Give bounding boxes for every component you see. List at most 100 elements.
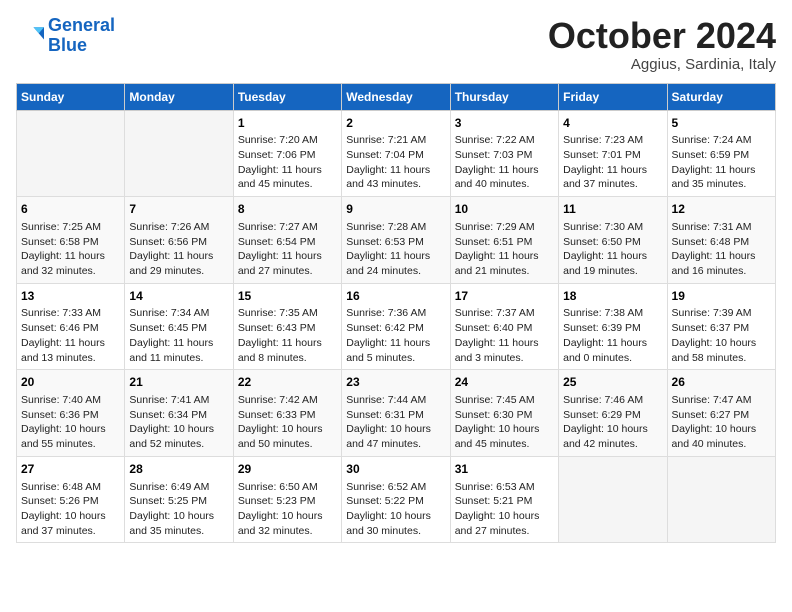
calendar-week-row: 6Sunrise: 7:25 AMSunset: 6:58 PMDaylight… (17, 197, 776, 284)
calendar-cell: 21Sunrise: 7:41 AMSunset: 6:34 PMDayligh… (125, 370, 233, 457)
day-info: Sunrise: 7:22 AMSunset: 7:03 PMDaylight:… (455, 133, 554, 192)
day-number: 14 (129, 288, 228, 305)
calendar-cell: 11Sunrise: 7:30 AMSunset: 6:50 PMDayligh… (559, 197, 667, 284)
logo: General Blue (16, 16, 115, 56)
calendar-cell: 17Sunrise: 7:37 AMSunset: 6:40 PMDayligh… (450, 283, 558, 370)
calendar-week-row: 27 Sunrise: 6:48 AMSunset: 5:26 PMDayligh… (17, 456, 776, 543)
calendar-cell (559, 456, 667, 543)
day-info: Sunrise: 7:45 AMSunset: 6:30 PMDaylight:… (455, 393, 554, 452)
day-info: Sunrise: 7:25 AMSunset: 6:58 PMDaylight:… (21, 220, 120, 279)
day-info: Sunrise: 7:41 AMSunset: 6:34 PMDaylight:… (129, 393, 228, 452)
weekday-header: Thursday (450, 83, 558, 110)
calendar-cell: 8 Sunrise: 7:27 AMSunset: 6:54 PMDaylight… (233, 197, 341, 284)
day-number: 28 (129, 461, 228, 478)
calendar-cell: 9Sunrise: 7:28 AMSunset: 6:53 PMDaylight… (342, 197, 450, 284)
day-info: Sunrise: 7:38 AMSunset: 6:39 PMDaylight:… (563, 306, 662, 365)
logo-text: General Blue (48, 16, 115, 56)
weekday-header: Monday (125, 83, 233, 110)
day-number: 25 (563, 374, 662, 391)
calendar-cell: 31Sunrise: 6:53 AMSunset: 5:21 PMDayligh… (450, 456, 558, 543)
calendar-cell: 19Sunrise: 7:39 AMSunset: 6:37 PMDayligh… (667, 283, 775, 370)
day-info: Sunrise: 7:24 AMSunset: 6:59 PMDaylight:… (672, 133, 771, 192)
day-number: 2 (346, 115, 445, 132)
day-info: Sunrise: 7:27 AMSunset: 6:54 PMDaylight:… (238, 220, 337, 279)
calendar-week-row: 20 Sunrise: 7:40 AMSunset: 6:36 PMDayligh… (17, 370, 776, 457)
day-number: 30 (346, 461, 445, 478)
day-info: Sunrise: 7:40 AMSunset: 6:36 PMDaylight:… (21, 393, 120, 452)
day-info: Sunrise: 7:37 AMSunset: 6:40 PMDaylight:… (455, 306, 554, 365)
day-number: 19 (672, 288, 771, 305)
day-info: Sunrise: 7:26 AMSunset: 6:56 PMDaylight:… (129, 220, 228, 279)
day-info: Sunrise: 7:47 AMSunset: 6:27 PMDaylight:… (672, 393, 771, 452)
day-number: 5 (672, 115, 771, 132)
day-number: 29 (238, 461, 337, 478)
logo-blue: Blue (48, 36, 115, 56)
weekday-header: Sunday (17, 83, 125, 110)
calendar-cell (17, 110, 125, 197)
day-number: 15 (238, 288, 337, 305)
calendar-cell: 7Sunrise: 7:26 AMSunset: 6:56 PMDaylight… (125, 197, 233, 284)
calendar-cell: 25 Sunrise: 7:46 AMSunset: 6:29 PMDayligh… (559, 370, 667, 457)
calendar-cell: 10 Sunrise: 7:29 AMSunset: 6:51 PMDayligh… (450, 197, 558, 284)
calendar-table: SundayMondayTuesdayWednesdayThursdayFrid… (16, 83, 776, 544)
day-info: Sunrise: 7:31 AMSunset: 6:48 PMDaylight:… (672, 220, 771, 279)
day-number: 8 (238, 201, 337, 218)
day-number: 20 (21, 374, 120, 391)
calendar-cell: 14Sunrise: 7:34 AMSunset: 6:45 PMDayligh… (125, 283, 233, 370)
day-info: Sunrise: 7:23 AMSunset: 7:01 PMDaylight:… (563, 133, 662, 192)
calendar-cell: 5Sunrise: 7:24 AMSunset: 6:59 PMDaylight… (667, 110, 775, 197)
day-info: Sunrise: 7:29 AMSunset: 6:51 PMDaylight:… (455, 220, 554, 279)
calendar-cell: 22 Sunrise: 7:42 AMSunset: 6:33 PMDayligh… (233, 370, 341, 457)
weekday-header: Tuesday (233, 83, 341, 110)
day-info: Sunrise: 7:39 AMSunset: 6:37 PMDaylight:… (672, 306, 771, 365)
logo-icon (16, 22, 44, 50)
calendar-cell: 1Sunrise: 7:20 AMSunset: 7:06 PMDaylight… (233, 110, 341, 197)
day-number: 13 (21, 288, 120, 305)
calendar-cell: 24 Sunrise: 7:45 AMSunset: 6:30 PMDayligh… (450, 370, 558, 457)
day-number: 24 (455, 374, 554, 391)
day-number: 26 (672, 374, 771, 391)
day-number: 10 (455, 201, 554, 218)
calendar-cell: 16Sunrise: 7:36 AMSunset: 6:42 PMDayligh… (342, 283, 450, 370)
calendar-cell (667, 456, 775, 543)
weekday-header-row: SundayMondayTuesdayWednesdayThursdayFrid… (17, 83, 776, 110)
calendar-cell: 27 Sunrise: 6:48 AMSunset: 5:26 PMDayligh… (17, 456, 125, 543)
calendar-cell: 29Sunrise: 6:50 AMSunset: 5:23 PMDayligh… (233, 456, 341, 543)
logo-general: General (48, 15, 115, 35)
day-number: 23 (346, 374, 445, 391)
calendar-cell: 6Sunrise: 7:25 AMSunset: 6:58 PMDaylight… (17, 197, 125, 284)
day-info: Sunrise: 6:48 AMSunset: 5:26 PMDaylight:… (21, 480, 120, 539)
day-number: 9 (346, 201, 445, 218)
day-number: 18 (563, 288, 662, 305)
day-info: Sunrise: 7:44 AMSunset: 6:31 PMDaylight:… (346, 393, 445, 452)
day-info: Sunrise: 7:33 AMSunset: 6:46 PMDaylight:… (21, 306, 120, 365)
calendar-cell (125, 110, 233, 197)
day-number: 1 (238, 115, 337, 132)
calendar-cell: 12Sunrise: 7:31 AMSunset: 6:48 PMDayligh… (667, 197, 775, 284)
calendar-cell: 2Sunrise: 7:21 AMSunset: 7:04 PMDaylight… (342, 110, 450, 197)
day-number: 4 (563, 115, 662, 132)
day-info: Sunrise: 7:36 AMSunset: 6:42 PMDaylight:… (346, 306, 445, 365)
calendar-cell: 28Sunrise: 6:49 AMSunset: 5:25 PMDayligh… (125, 456, 233, 543)
day-info: Sunrise: 7:46 AMSunset: 6:29 PMDaylight:… (563, 393, 662, 452)
page-header: General Blue October 2024 Aggius, Sardin… (16, 16, 776, 73)
weekday-header: Wednesday (342, 83, 450, 110)
day-number: 3 (455, 115, 554, 132)
calendar-cell: 3Sunrise: 7:22 AMSunset: 7:03 PMDaylight… (450, 110, 558, 197)
day-number: 27 (21, 461, 120, 478)
calendar-cell: 26 Sunrise: 7:47 AMSunset: 6:27 PMDayligh… (667, 370, 775, 457)
day-info: Sunrise: 7:35 AMSunset: 6:43 PMDaylight:… (238, 306, 337, 365)
day-number: 22 (238, 374, 337, 391)
weekday-header: Saturday (667, 83, 775, 110)
day-info: Sunrise: 7:21 AMSunset: 7:04 PMDaylight:… (346, 133, 445, 192)
day-info: Sunrise: 7:20 AMSunset: 7:06 PMDaylight:… (238, 133, 337, 192)
location-subtitle: Aggius, Sardinia, Italy (548, 56, 776, 73)
calendar-cell: 30 Sunrise: 6:52 AMSunset: 5:22 PMDayligh… (342, 456, 450, 543)
day-number: 17 (455, 288, 554, 305)
day-info: Sunrise: 7:42 AMSunset: 6:33 PMDaylight:… (238, 393, 337, 452)
day-number: 31 (455, 461, 554, 478)
day-number: 11 (563, 201, 662, 218)
day-info: Sunrise: 6:52 AMSunset: 5:22 PMDaylight:… (346, 480, 445, 539)
title-section: October 2024 Aggius, Sardinia, Italy (548, 16, 776, 73)
calendar-cell: 15Sunrise: 7:35 AMSunset: 6:43 PMDayligh… (233, 283, 341, 370)
